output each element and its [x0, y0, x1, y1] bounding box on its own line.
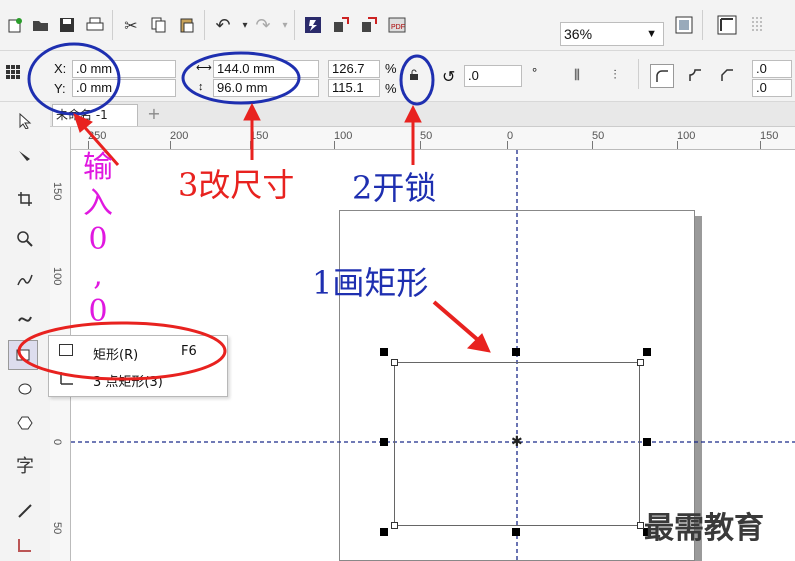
arrow-to-rectangle [432, 300, 480, 342]
annotation-char: 入 [83, 186, 113, 221]
highlight-lock-ellipse [399, 54, 435, 106]
annotation-char: 输 [83, 150, 113, 185]
arrowhead [404, 104, 422, 123]
annotation-step1: 1画矩形 [312, 264, 429, 302]
annotation-input-zero: 输 入 0 , 0 [78, 150, 118, 330]
arrowhead [243, 102, 261, 121]
highlight-xy-ellipse [27, 42, 121, 116]
annotation-char: , [93, 258, 103, 293]
annotation-char: 0 [88, 294, 108, 329]
arrowhead [73, 113, 93, 133]
highlight-size-ellipse [181, 51, 301, 105]
annotation-step2: 2开锁 [352, 169, 437, 207]
highlight-rectangle-tool-ellipse [17, 321, 227, 381]
watermark: 最需教育 [644, 511, 764, 546]
annotation-step3: 3改尺寸 [178, 166, 295, 204]
annotation-char: 0 [88, 222, 108, 257]
